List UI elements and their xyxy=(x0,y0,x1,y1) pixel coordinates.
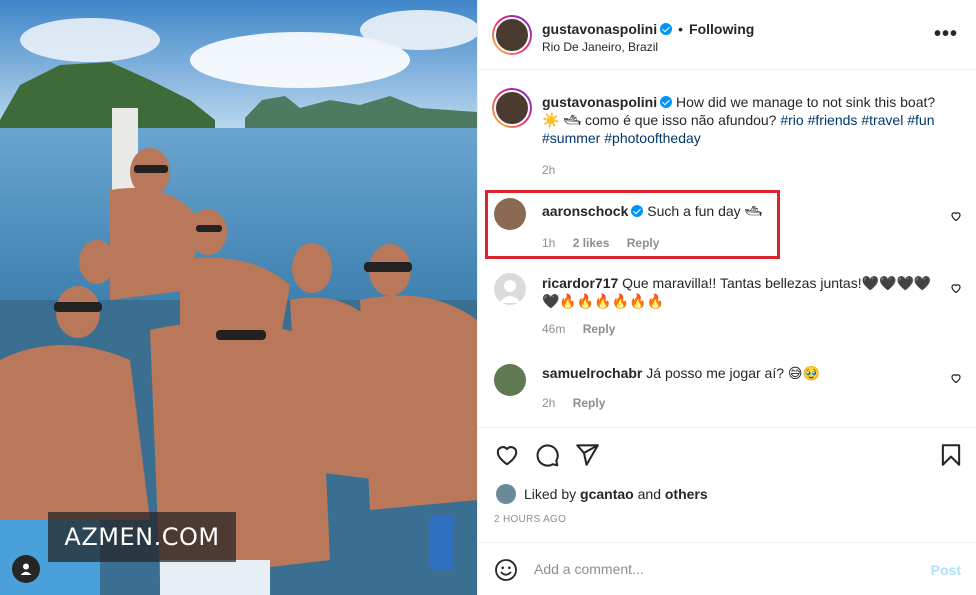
reply-button[interactable]: Reply xyxy=(583,322,616,336)
hashtag-fun[interactable]: #fun xyxy=(907,112,934,128)
verified-badge-icon xyxy=(631,205,644,217)
add-comment-bar: Post xyxy=(478,542,976,595)
comment-like-heart-icon[interactable] xyxy=(950,282,962,294)
comment-like-heart-icon[interactable] xyxy=(950,372,962,384)
hashtag-friends[interactable]: #friends xyxy=(808,112,858,128)
header-separator: • xyxy=(678,21,684,37)
comment-username[interactable]: samuelrochabr xyxy=(542,365,642,381)
post-photo[interactable]: AZMEN.COM xyxy=(0,0,477,595)
comment-like-heart-icon[interactable] xyxy=(950,210,962,222)
post-caption: gustavonaspolini How did we manage to no… xyxy=(542,93,942,179)
hashtag-rio[interactable]: #rio xyxy=(780,112,803,128)
post-location[interactable]: Rio De Janeiro, Brazil xyxy=(542,38,754,56)
verified-badge-icon xyxy=(660,96,673,108)
author-username[interactable]: gustavonaspolini xyxy=(542,21,657,37)
more-options-icon[interactable]: ••• xyxy=(934,24,958,44)
verified-badge-icon xyxy=(660,23,673,35)
comment-avatar[interactable] xyxy=(494,198,526,230)
author-avatar[interactable] xyxy=(492,15,532,55)
action-bar xyxy=(478,427,976,477)
comment-input[interactable] xyxy=(534,557,894,581)
comment-text: Já posso me jogar aí? 😅🥹 xyxy=(646,365,820,381)
comment-item: ricardor717 Que maravilla!! Tantas belle… xyxy=(542,274,932,338)
comment-username[interactable]: ricardor717 xyxy=(542,275,618,291)
comment-item: samuelrochabr Já posso me jogar aí? 😅🥹 2… xyxy=(542,364,932,412)
comment-likes[interactable]: 2 likes xyxy=(573,236,610,250)
comment-time[interactable]: 46m xyxy=(542,322,565,336)
caption-author-avatar[interactable] xyxy=(492,88,532,128)
likes-prefix: Liked by xyxy=(524,486,577,502)
hashtag-travel[interactable]: #travel xyxy=(861,112,903,128)
posted-time[interactable]: 2 HOURS AGO xyxy=(494,514,566,525)
liker-avatar[interactable] xyxy=(496,484,516,504)
comment-time[interactable]: 1h xyxy=(542,236,555,250)
hashtag-photooftheday[interactable]: #photooftheday xyxy=(604,130,701,146)
likes-others-link[interactable]: others xyxy=(665,486,708,502)
post-header: gustavonaspolini • Following Rio De Janeir… xyxy=(478,0,976,70)
comment-username[interactable]: aaronschock xyxy=(542,203,628,219)
heart-icon[interactable] xyxy=(494,442,520,468)
caption-username[interactable]: gustavonaspolini xyxy=(542,94,657,110)
group-photo-image xyxy=(0,0,477,595)
share-icon[interactable] xyxy=(574,442,600,468)
comment-icon[interactable] xyxy=(534,442,560,468)
likes-summary: Liked by gcantao and others xyxy=(496,484,708,504)
liker-username[interactable]: gcantao xyxy=(580,486,634,502)
comment-time[interactable]: 2h xyxy=(542,396,555,410)
comment-text: Such a fun day 🛥 xyxy=(647,203,763,219)
post-side-panel: gustavonaspolini • Following Rio De Janeir… xyxy=(477,0,976,595)
user-tag-icon[interactable] xyxy=(12,555,40,583)
likes-joiner: and xyxy=(637,486,661,502)
bookmark-icon[interactable] xyxy=(938,442,964,468)
reply-button[interactable]: Reply xyxy=(627,236,660,250)
reply-button[interactable]: Reply xyxy=(573,396,606,410)
emoji-icon[interactable] xyxy=(494,558,518,582)
comment-item: aaronschock Such a fun day 🛥 1h 2 likes … xyxy=(542,202,932,252)
caption-time: 2h xyxy=(542,163,556,177)
comment-avatar[interactable] xyxy=(494,364,526,396)
post-button[interactable]: Post xyxy=(931,562,961,578)
hashtag-summer[interactable]: #summer xyxy=(542,130,600,146)
following-button[interactable]: Following xyxy=(689,21,754,37)
comment-avatar[interactable] xyxy=(494,273,526,305)
watermark: AZMEN.COM xyxy=(48,512,236,562)
